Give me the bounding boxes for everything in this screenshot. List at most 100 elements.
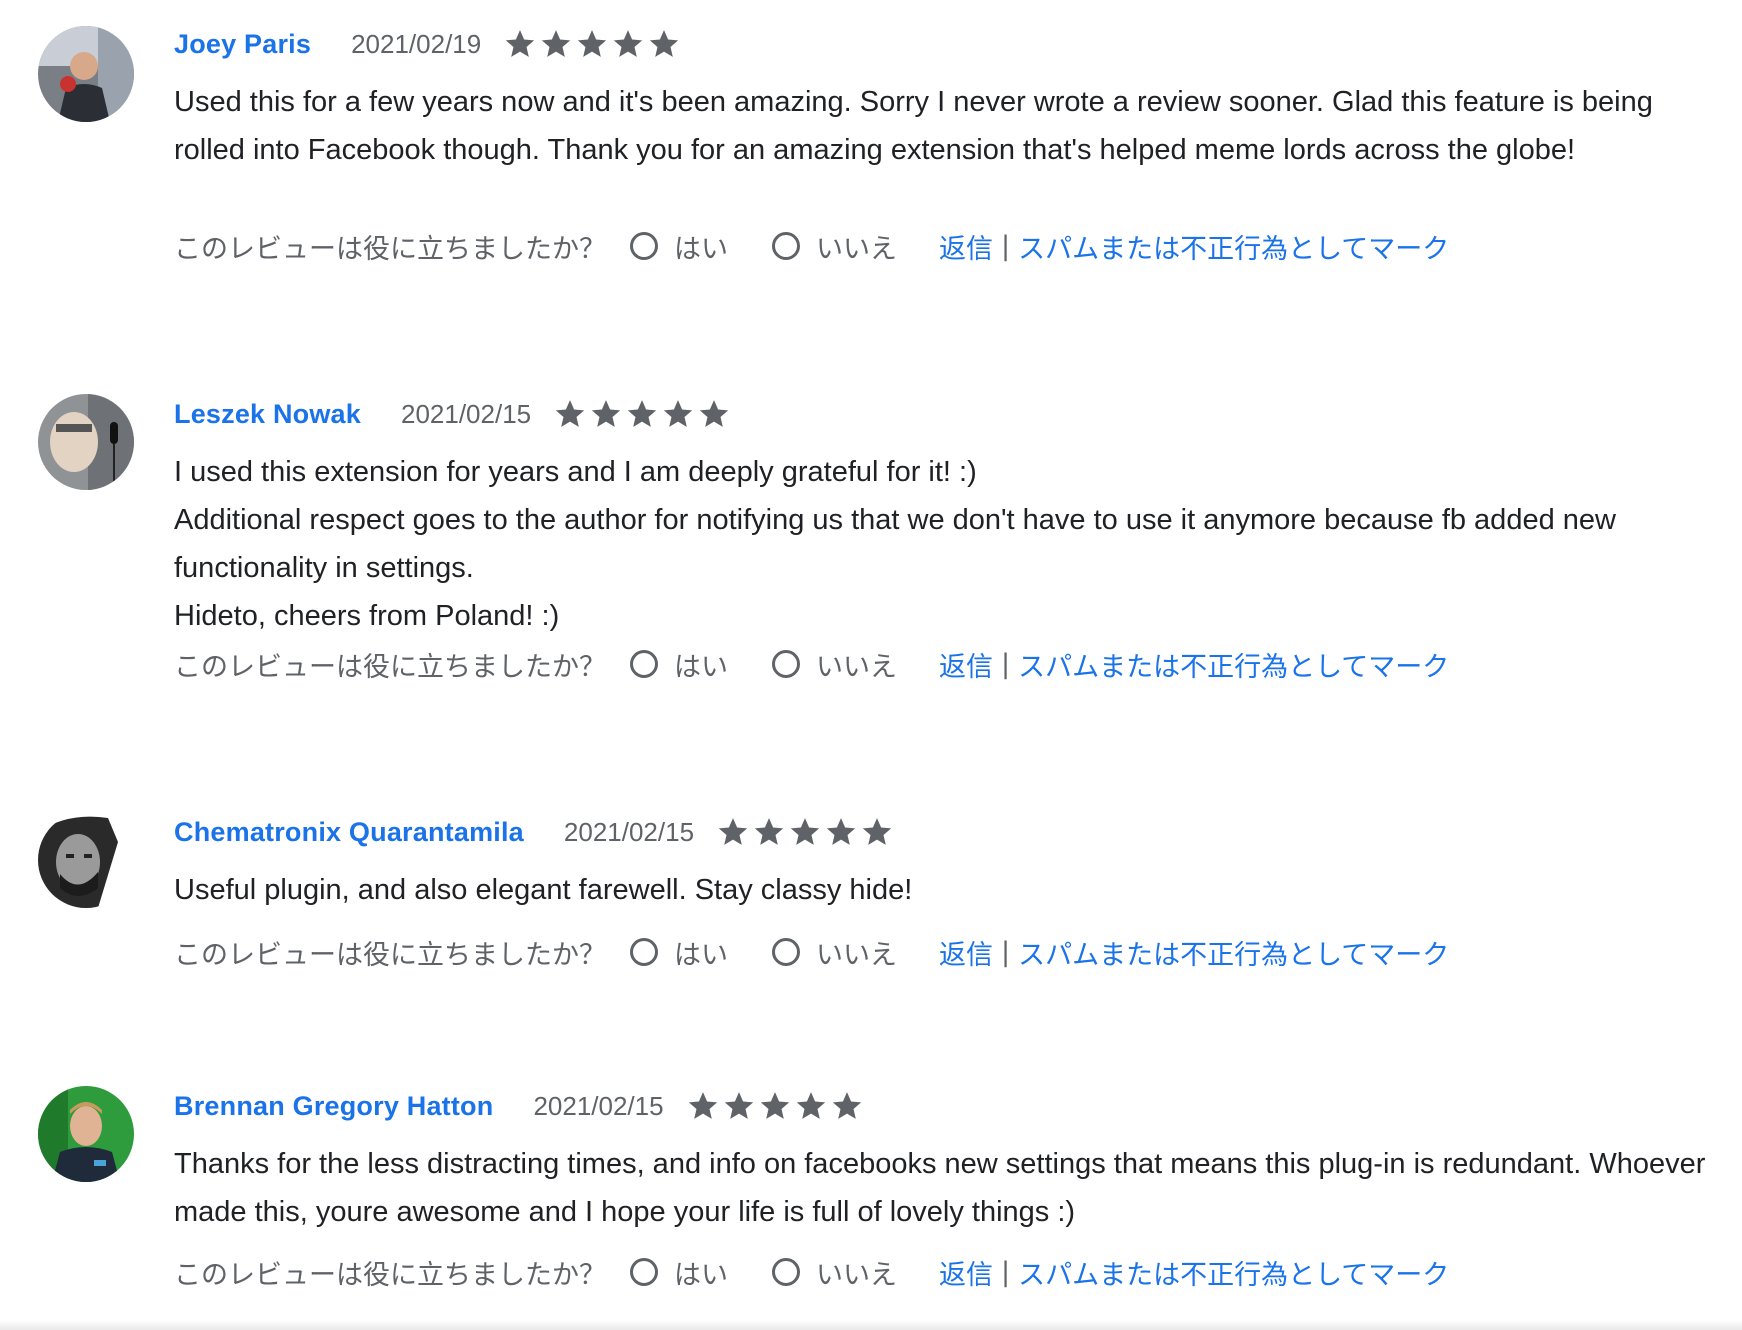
bottom-fade [0,1320,1742,1330]
review-actions: このレビューは役に立ちましたか？ はい いいえ 返信 | スパムまたは不正行為と… [174,928,1449,976]
reply-link[interactable]: 返信 [939,1253,993,1292]
star-icon [758,1089,794,1123]
star-icon [722,1089,758,1123]
star-icon [503,27,539,61]
star-rating [716,815,896,849]
review-text: Useful plugin, and also elegant farewell… [174,866,1714,914]
star-icon [860,815,896,849]
star-icon [589,397,625,431]
avatar-image [38,26,134,122]
review-text: Thanks for the less distracting times, a… [174,1140,1714,1236]
reply-link[interactable]: 返信 [939,933,993,972]
review-text: Used this for a few years now and it's b… [174,78,1714,174]
review-paragraph: Used this for a few years now and it's b… [174,86,1653,166]
reply-link[interactable]: 返信 [939,227,993,266]
star-icon [716,815,752,849]
review-links: 返信 | スパムまたは不正行為としてマーク [939,645,1449,684]
helpful-yes-option[interactable]: はい [630,645,728,684]
star-icon [661,397,697,431]
star-icon [686,1089,722,1123]
star-icon [575,27,611,61]
star-rating [503,27,683,61]
review-actions: このレビューは役に立ちましたか？ はい いいえ 返信 | スパムまたは不正行為と… [174,222,1449,270]
review-text: I used this extension for years and I am… [174,448,1714,640]
star-icon [794,1089,830,1123]
radio-unchecked-icon[interactable] [630,650,658,678]
review-links: 返信 | スパムまたは不正行為としてマーク [939,227,1449,266]
star-icon [611,27,647,61]
link-separator: | [1001,230,1011,262]
report-spam-link[interactable]: スパムまたは不正行為としてマーク [1018,1253,1449,1292]
helpful-yes-label[interactable]: はい [674,1253,728,1292]
star-icon [553,397,589,431]
star-icon [824,815,860,849]
link-separator: | [1001,936,1011,968]
radio-unchecked-icon[interactable] [772,232,800,260]
helpful-no-option[interactable]: いいえ [772,227,897,266]
radio-unchecked-icon[interactable] [630,1258,658,1286]
radio-unchecked-icon[interactable] [772,1258,800,1286]
radio-unchecked-icon[interactable] [772,650,800,678]
radio-unchecked-icon[interactable] [772,938,800,966]
review-paragraph: Thanks for the less distracting times, a… [174,1148,1706,1228]
review-paragraph: Additional respect goes to the author fo… [174,504,1616,584]
star-icon [830,1089,866,1123]
review-links: 返信 | スパムまたは不正行為としてマーク [939,1253,1449,1292]
review-date: 2021/02/15 [563,816,695,847]
star-icon [752,815,788,849]
review-date: 2021/02/19 [351,28,482,59]
review-paragraph: I used this extension for years and I am… [174,456,977,488]
avatar[interactable] [38,394,134,490]
star-icon [647,27,683,61]
helpful-no-option[interactable]: いいえ [772,933,897,972]
avatar[interactable] [38,812,134,908]
radio-unchecked-icon[interactable] [630,232,658,260]
review-paragraph: Hideto, cheers from Poland! :) [174,600,560,632]
helpful-yes-label[interactable]: はい [674,933,728,972]
review-paragraph: Useful plugin, and also elegant farewell… [174,874,913,906]
report-spam-link[interactable]: スパムまたは不正行為としてマーク [1018,933,1449,972]
star-icon [697,397,733,431]
avatar[interactable] [38,1086,134,1182]
review-actions: このレビューは役に立ちましたか？ はい いいえ 返信 | スパムまたは不正行為と… [174,1248,1449,1296]
review-author-link[interactable]: Leszek Nowak [174,399,361,430]
helpful-yes-label[interactable]: はい [674,645,728,684]
helpful-no-label[interactable]: いいえ [816,933,897,972]
helpful-question: このレビューは役に立ちましたか？ [174,1259,606,1291]
helpful-yes-option[interactable]: はい [630,933,728,972]
star-icon [788,815,824,849]
review-date: 2021/02/15 [533,1090,664,1121]
helpful-question: このレビューは役に立ちましたか？ [174,233,606,265]
review-links: 返信 | スパムまたは不正行為としてマーク [939,933,1449,972]
avatar-image [38,1086,134,1182]
avatar[interactable] [38,26,134,122]
link-separator: | [1001,1256,1011,1288]
star-rating [553,397,733,431]
review-date: 2021/02/15 [400,398,532,429]
star-icon [539,27,575,61]
star-rating [686,1089,866,1123]
helpful-no-label[interactable]: いいえ [816,1253,897,1292]
reply-link[interactable]: 返信 [939,645,993,684]
helpful-no-label[interactable]: いいえ [816,645,897,684]
helpful-no-option[interactable]: いいえ [772,1253,897,1292]
review-author-link[interactable]: Brennan Gregory Hatton [174,1091,493,1122]
report-spam-link[interactable]: スパムまたは不正行為としてマーク [1018,227,1449,266]
helpful-no-label[interactable]: いいえ [816,227,897,266]
review-actions: このレビューは役に立ちましたか？ はい いいえ 返信 | スパムまたは不正行為と… [174,640,1449,688]
review-list: Joey Paris 2021/02/19 Used this for a fe… [0,0,1742,1330]
star-icon [625,397,661,431]
avatar-image [38,394,134,490]
helpful-yes-label[interactable]: はい [674,227,728,266]
radio-unchecked-icon[interactable] [630,938,658,966]
helpful-yes-option[interactable]: はい [630,1253,728,1292]
review-author-link[interactable]: Chematronix Quarantamila [174,817,524,848]
helpful-yes-option[interactable]: はい [630,227,728,266]
helpful-question: このレビューは役に立ちましたか？ [174,939,606,971]
review-author-link[interactable]: Joey Paris [174,29,311,60]
report-spam-link[interactable]: スパムまたは不正行為としてマーク [1018,645,1449,684]
helpful-no-option[interactable]: いいえ [772,645,897,684]
helpful-question: このレビューは役に立ちましたか？ [174,651,606,683]
link-separator: | [1001,648,1011,680]
avatar-image [38,812,134,908]
